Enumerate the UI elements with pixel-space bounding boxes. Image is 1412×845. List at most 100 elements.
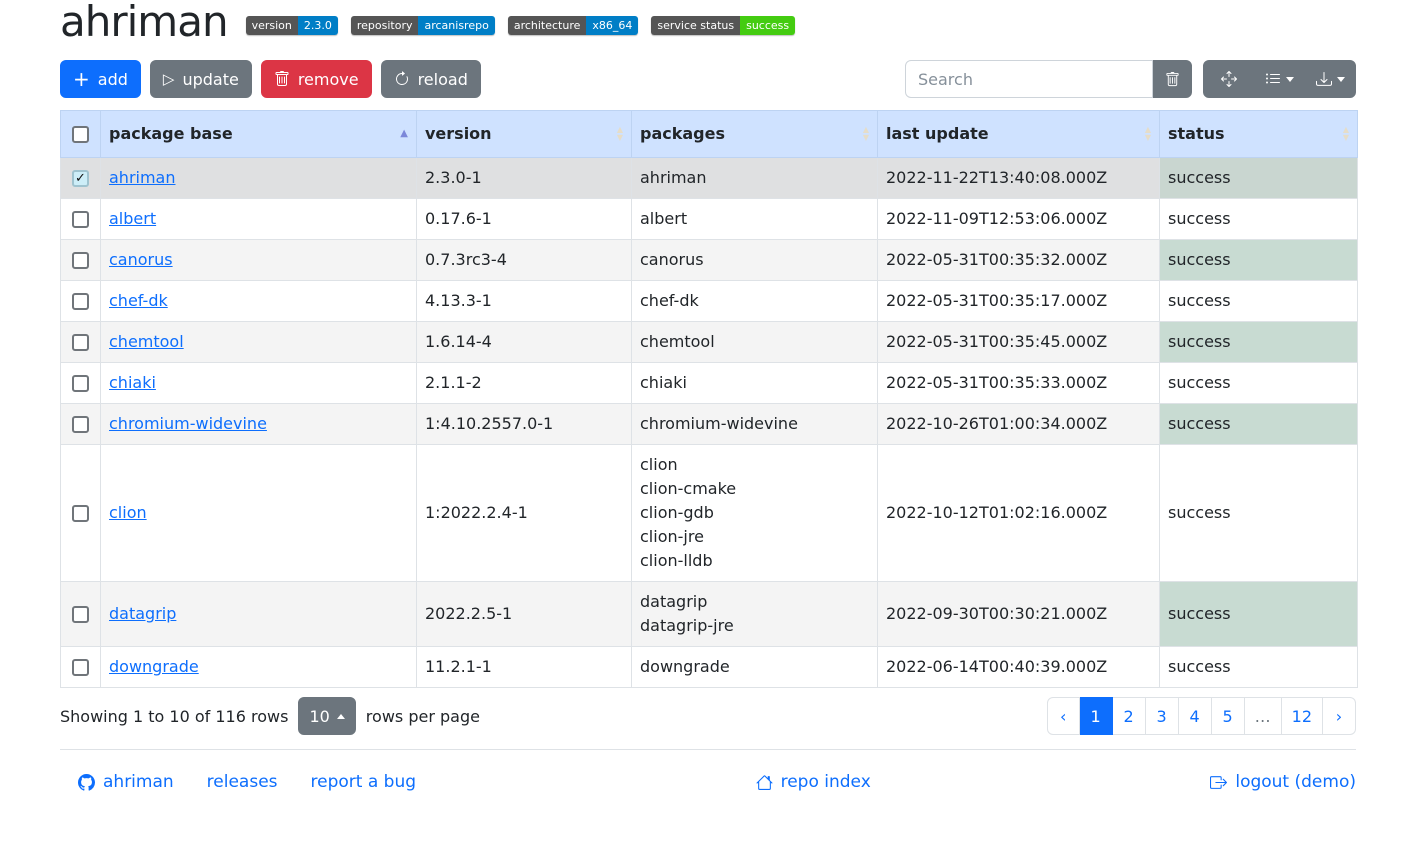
version-cell: 0.7.3rc3-4 [417, 240, 632, 281]
packages-cell: chef-dk [632, 281, 878, 322]
report-bug-link[interactable]: report a bug [311, 772, 417, 792]
select-all-header-cell [61, 111, 101, 158]
status-cell: success [1160, 363, 1358, 404]
row-checkbox[interactable]: ✓ [72, 170, 89, 187]
package-name: datagrip-jre [640, 614, 869, 638]
package-base-link[interactable]: chef-dk [109, 291, 168, 310]
package-name: chemtool [640, 330, 869, 354]
last-update-cell: 2022-11-22T13:40:08.000Z [878, 158, 1160, 199]
rows-per-page-label: rows per page [366, 707, 480, 726]
clear-search-button[interactable] [1153, 60, 1192, 98]
last-update-cell: 2022-10-12T01:02:16.000Z [878, 445, 1160, 582]
reload-icon [394, 71, 410, 87]
releases-link[interactable]: releases [207, 772, 278, 792]
row-select-cell [61, 445, 101, 582]
logout-link[interactable]: logout (demo) [1210, 772, 1356, 792]
columns-dropdown-button[interactable] [1254, 60, 1305, 98]
table-header: package base ▲ version ▲▼ packages ▲▼ la… [61, 111, 1358, 158]
page-size-dropdown[interactable]: 10 [298, 697, 355, 735]
reload-button[interactable]: reload [381, 60, 481, 98]
package-name: albert [640, 207, 869, 231]
package-name: downgrade [640, 655, 869, 679]
package-base-link[interactable]: downgrade [109, 657, 199, 676]
table-row: chef-dk4.13.3-1chef-dk2022-05-31T00:35:1… [61, 281, 1358, 322]
last-update-cell: 2022-10-26T01:00:34.000Z [878, 404, 1160, 445]
package-base-link[interactable]: albert [109, 209, 156, 228]
packages-cell: canorus [632, 240, 878, 281]
row-select-cell [61, 582, 101, 647]
row-checkbox[interactable] [72, 252, 89, 269]
package-base-cell: chromium-widevine [101, 404, 417, 445]
download-icon [1316, 71, 1332, 87]
package-base-cell: chemtool [101, 322, 417, 363]
row-checkbox[interactable] [72, 416, 89, 433]
package-name: clion-gdb [640, 501, 869, 525]
package-base-link[interactable]: chiaki [109, 373, 156, 392]
bottom-bar: ahriman releases report a bug repo index… [60, 750, 1356, 792]
row-checkbox[interactable] [72, 606, 89, 623]
package-base-link[interactable]: clion [109, 503, 147, 522]
package-base-link[interactable]: chemtool [109, 332, 184, 351]
last-update-cell: 2022-11-09T12:53:06.000Z [878, 199, 1160, 240]
page-button-active[interactable]: 1 [1080, 697, 1113, 735]
sort-icon: ▲▼ [1145, 127, 1151, 141]
column-header-status[interactable]: status ▲▼ [1160, 111, 1358, 158]
update-button[interactable]: ▷ update [150, 60, 252, 98]
plus-icon: + [73, 69, 90, 89]
packages-cell: clionclion-cmakeclion-gdbclion-jreclion-… [632, 445, 878, 582]
package-base-cell: ahriman [101, 158, 417, 199]
last-update-cell: 2022-09-30T00:30:21.000Z [878, 582, 1160, 647]
view-options-group [1203, 60, 1356, 98]
sort-asc-icon: ▲ [400, 123, 408, 145]
fullscreen-button[interactable] [1203, 60, 1254, 98]
table-row: chromium-widevine1:4.10.2557.0-1chromium… [61, 404, 1358, 445]
status-cell: success [1160, 158, 1358, 199]
package-base-link[interactable]: canorus [109, 250, 173, 269]
page-button[interactable]: 12 [1282, 697, 1323, 735]
packages-table: package base ▲ version ▲▼ packages ▲▼ la… [60, 110, 1358, 688]
repo-index-link[interactable]: repo index [756, 772, 871, 792]
export-dropdown-button[interactable] [1305, 60, 1356, 98]
page-button[interactable]: 5 [1212, 697, 1245, 735]
caret-down-icon [1286, 77, 1294, 82]
row-checkbox[interactable] [72, 334, 89, 351]
row-select-cell [61, 199, 101, 240]
packages-cell: datagripdatagrip-jre [632, 582, 878, 647]
package-base-link[interactable]: chromium-widevine [109, 414, 267, 433]
github-link[interactable]: ahriman [78, 772, 174, 792]
page-button[interactable]: 4 [1179, 697, 1212, 735]
row-select-cell [61, 404, 101, 445]
column-header-packages[interactable]: packages ▲▼ [632, 111, 878, 158]
remove-button[interactable]: remove [261, 60, 372, 98]
column-header-package-base[interactable]: package base ▲ [101, 111, 417, 158]
version-cell: 1:2022.2.4-1 [417, 445, 632, 582]
row-checkbox[interactable] [72, 293, 89, 310]
package-base-cell: chef-dk [101, 281, 417, 322]
row-checkbox[interactable] [72, 375, 89, 392]
page-button[interactable]: 2 [1113, 697, 1146, 735]
status-cell: success [1160, 647, 1358, 688]
sort-icon: ▲▼ [617, 127, 623, 141]
status-cell: success [1160, 281, 1358, 322]
add-button[interactable]: + add [60, 60, 141, 98]
sort-icon: ▲▼ [863, 127, 869, 141]
column-header-last-update[interactable]: last update ▲▼ [878, 111, 1160, 158]
pagination-detail: Showing 1 to 10 of 116 rows 10 rows per … [60, 697, 480, 735]
search-input[interactable] [905, 60, 1153, 98]
page-next-button[interactable]: › [1323, 697, 1356, 735]
row-checkbox[interactable] [72, 211, 89, 228]
status-cell: success [1160, 445, 1358, 582]
package-base-link[interactable]: datagrip [109, 604, 176, 623]
package-base-link[interactable]: ahriman [109, 168, 176, 187]
column-header-version[interactable]: version ▲▼ [417, 111, 632, 158]
house-icon [756, 774, 773, 791]
status-cell: success [1160, 199, 1358, 240]
select-all-checkbox[interactable] [72, 126, 89, 143]
row-checkbox[interactable] [72, 505, 89, 522]
last-update-cell: 2022-05-31T00:35:45.000Z [878, 322, 1160, 363]
page-button[interactable]: 3 [1146, 697, 1179, 735]
package-name: ahriman [640, 166, 869, 190]
row-checkbox[interactable] [72, 659, 89, 676]
status-cell: success [1160, 404, 1358, 445]
page-prev-button[interactable]: ‹ [1047, 697, 1080, 735]
